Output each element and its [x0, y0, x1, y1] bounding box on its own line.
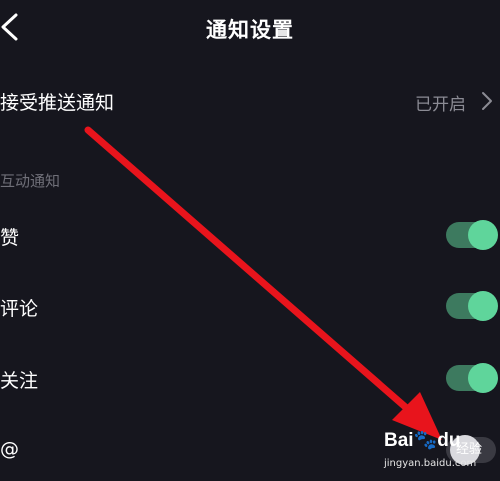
setting-row-comment: 评论 [0, 284, 500, 334]
like-toggle[interactable] [446, 220, 498, 250]
chevron-right-icon [482, 92, 492, 110]
toggle-knob [468, 220, 498, 250]
comment-toggle[interactable] [446, 291, 498, 321]
toggle-knob [468, 363, 498, 393]
paw-icon: 🐾 [413, 430, 438, 451]
setting-label: 关注 [0, 370, 39, 392]
setting-label: 赞 [0, 227, 20, 249]
header-bar: 通知设置 [0, 0, 500, 56]
watermark-url: jingyan.baidu.com [384, 458, 477, 469]
push-notification-status: 已开启 [415, 95, 466, 115]
setting-row-like: 赞 [0, 213, 500, 263]
watermark-brand: 经验 [456, 442, 483, 457]
follow-toggle[interactable] [446, 363, 498, 393]
setting-row-follow: 关注 [0, 356, 500, 406]
toggle-knob [468, 291, 498, 321]
baidu-logo: Bai🐾du [384, 430, 461, 451]
page-title: 通知设置 [206, 18, 294, 42]
push-notification-row[interactable]: 接受推送通知 已开启 [0, 70, 500, 132]
setting-label: @ [0, 438, 19, 460]
setting-label: 评论 [0, 298, 39, 320]
baidu-watermark: Bai🐾du 经验 jingyan.baidu.com [384, 428, 496, 478]
push-notification-label: 接受推送通知 [0, 92, 115, 114]
section-label-interactions: 互动通知 [0, 172, 61, 190]
